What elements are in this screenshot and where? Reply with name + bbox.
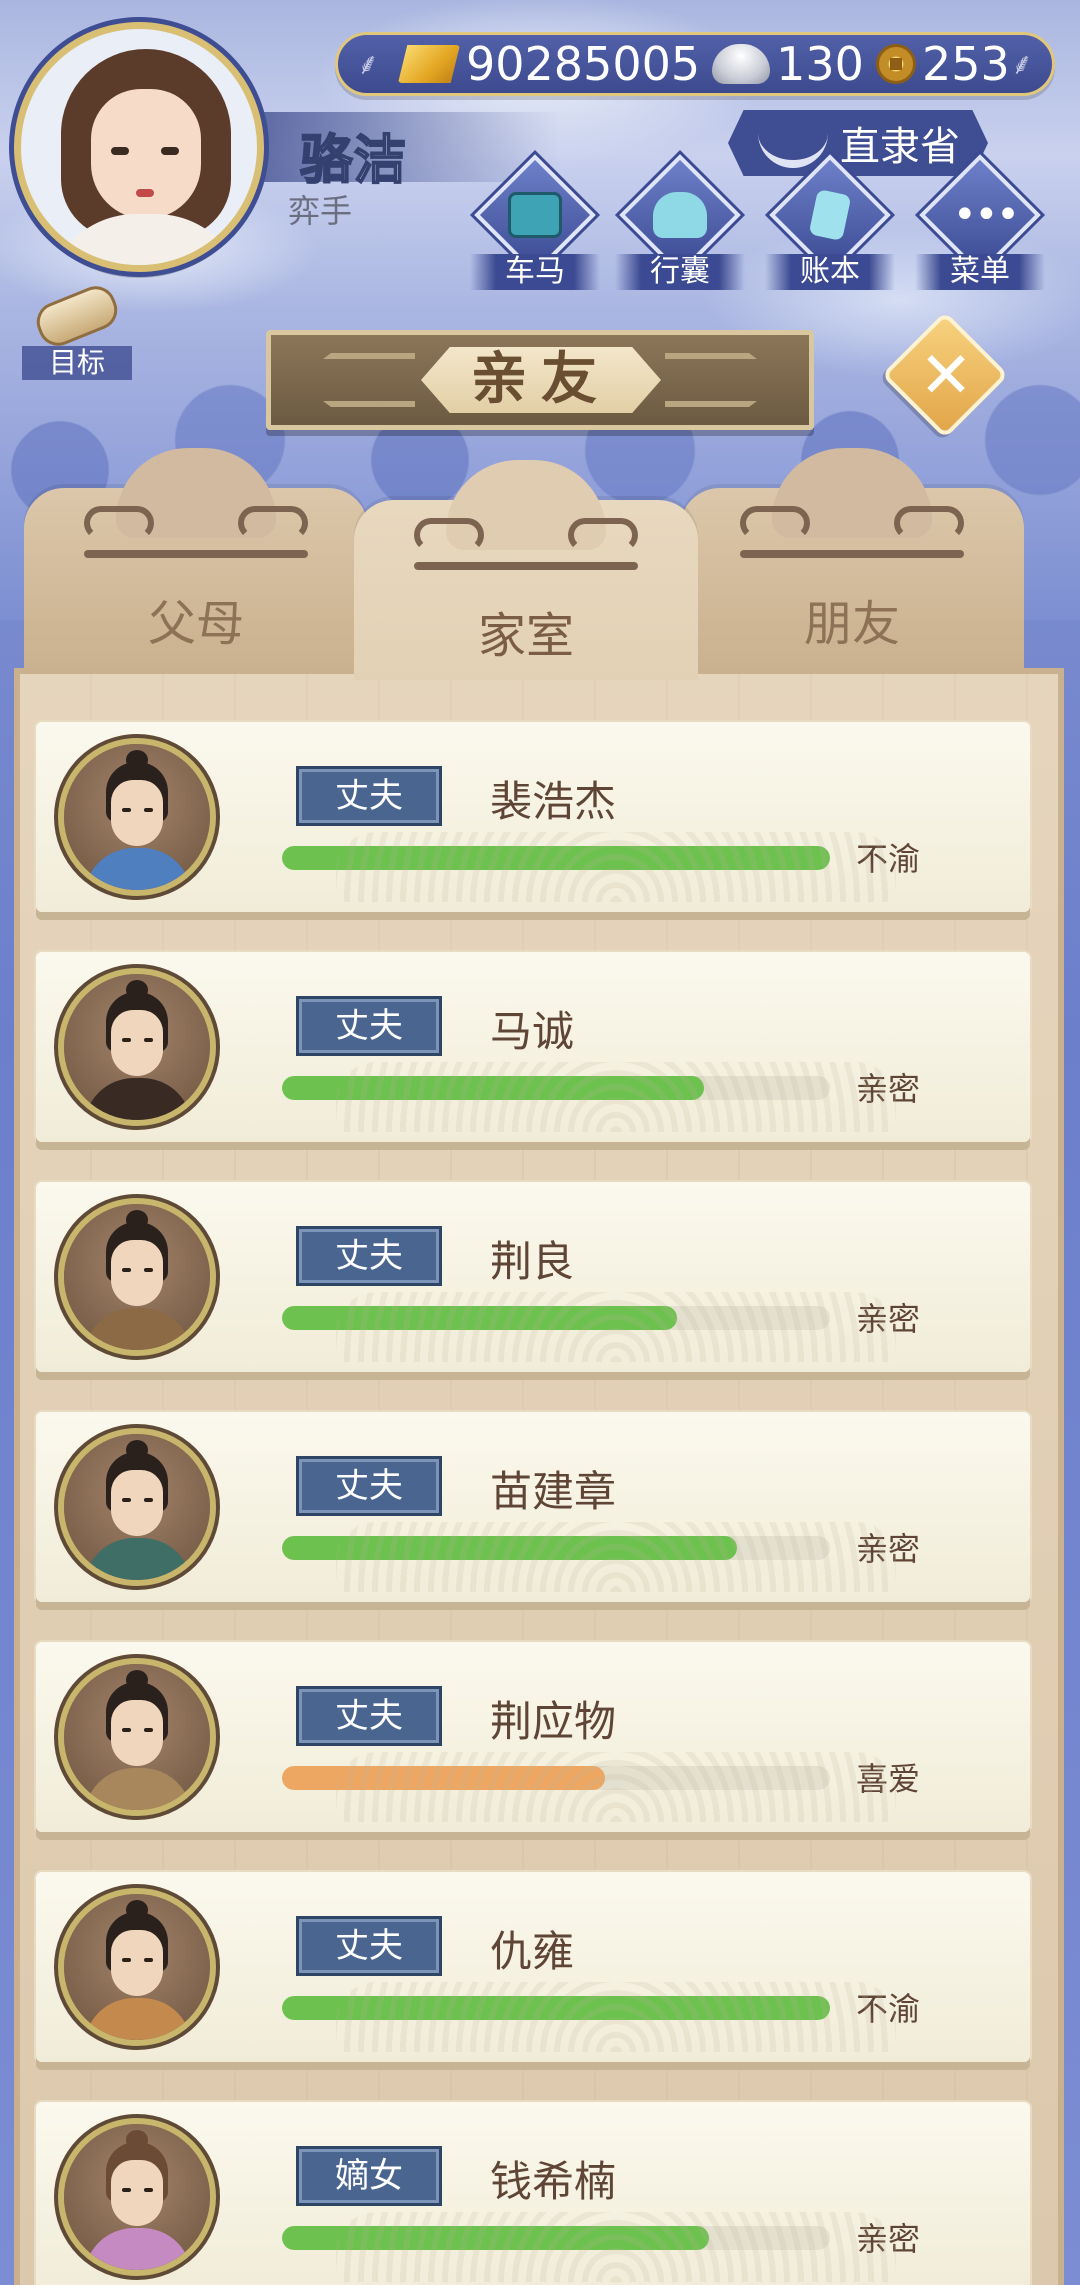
nav-menu-label: 菜单 [915,254,1045,290]
tab-family[interactable]: 家室 [354,460,698,680]
affection-bar-fill [282,1306,677,1330]
currency-gold[interactable]: 90285005 [398,37,700,91]
location-icon [758,118,828,168]
role-badge: 丈夫 [296,766,442,826]
nav-carriage-button[interactable]: 车马 [470,154,600,292]
affection-bar-fill [282,1766,606,1790]
copper-amount: 253 [921,37,1010,91]
goal-button[interactable]: 目标 [14,280,134,380]
page-title: 亲友 [421,347,661,413]
mood-label: 不渝 [856,1990,921,2028]
relation-row[interactable]: 丈夫 荆应物 喜爱 [36,1642,1030,1832]
relation-row[interactable]: 丈夫 裴浩杰 不渝 [36,722,1030,912]
relation-avatar[interactable] [58,2118,216,2276]
location-label: 直隶省 [840,124,960,170]
relation-avatar[interactable] [58,1658,216,1816]
silver-amount: 130 [776,37,864,91]
relation-avatar[interactable] [58,1198,216,1356]
affection-bar [282,2226,830,2250]
goal-label: 目标 [22,346,132,380]
gold-bar-icon [398,45,460,83]
person-name: 马诚 [490,1007,575,1056]
player-title: 弈手 [288,192,353,230]
cloud-swirl-icon [84,506,154,540]
relation-avatar[interactable] [58,968,216,1126]
relation-row[interactable]: 丈夫 仇雍 不渝 [36,1872,1030,2062]
affection-bar [282,1076,830,1100]
person-name: 苗建章 [490,1467,617,1516]
person-name: 荆应物 [490,1697,617,1746]
affection-bar-fill [282,1536,737,1560]
tab-friends[interactable]: 朋友 [680,448,1024,678]
affection-bar-fill [282,1076,704,1100]
affection-bar [282,1766,830,1790]
person-name: 裴浩杰 [490,777,617,826]
bundle-icon [653,192,707,238]
relation-row[interactable]: 丈夫 荆良 亲密 [36,1182,1030,1372]
menu-dots-icon: ••• [953,192,1020,238]
person-name: 仇雍 [490,1927,575,1976]
cloud-swirl-icon [414,518,484,552]
person-name: 荆良 [490,1237,575,1286]
role-badge: 丈夫 [296,1686,442,1746]
person-name: 钱希楠 [490,2157,617,2206]
silver-ingot-icon [712,44,771,84]
mood-label: 亲密 [856,2220,921,2258]
bamboo-right-icon: ⸙ [1010,47,1034,82]
mood-label: 亲密 [856,1530,921,1568]
mood-label: 亲密 [856,1300,921,1338]
affection-bar-fill [282,846,830,870]
role-badge: 丈夫 [296,1226,442,1286]
nav-bundle-button[interactable]: 行囊 [615,154,745,292]
affection-bar [282,846,830,870]
currency-bar: ⸙ 90285005 130 253 ⸙ [335,32,1055,96]
tab-family-label: 家室 [477,608,574,664]
mood-label: 喜爱 [856,1760,921,1798]
nav-menu-button[interactable]: ••• 菜单 [915,154,1045,292]
scroll-icon [30,280,124,352]
gold-amount: 90285005 [466,37,701,91]
affection-bar [282,1996,830,2020]
role-badge: 丈夫 [296,996,442,1056]
location-button[interactable]: 直隶省 [728,110,988,176]
nav-carriage-label: 车马 [470,254,600,290]
tab-friends-label: 朋友 [803,596,900,652]
relation-avatar[interactable] [58,1888,216,2046]
nav-ledger-label: 账本 [765,254,895,290]
affection-bar-fill [282,1996,830,2020]
bamboo-left-icon: ⸙ [356,47,380,82]
tab-parents[interactable]: 父母 [24,448,368,678]
relation-avatar[interactable] [58,1428,216,1586]
cloud-swirl-icon [740,506,810,540]
relation-row[interactable]: 丈夫 苗建章 亲密 [36,1412,1030,1602]
mood-label: 不渝 [856,840,921,878]
affection-bar [282,1536,830,1560]
relation-row[interactable]: 丈夫 马诚 亲密 [36,952,1030,1142]
player-name: 骆洁 [299,130,409,192]
mood-label: 亲密 [856,1070,921,1108]
currency-copper[interactable]: 253 [875,37,1010,91]
role-badge: 嫡女 [296,2146,442,2206]
tab-parents-label: 父母 [147,596,244,652]
role-badge: 丈夫 [296,1916,442,1976]
affection-bar-fill [282,2226,710,2250]
cloud-swirl-icon [238,506,308,540]
currency-silver[interactable]: 130 [712,37,864,91]
close-icon[interactable]: ✕ [906,336,986,416]
player-avatar[interactable] [14,22,264,272]
carriage-icon [508,192,562,238]
page-title-plate: 亲友 [266,330,814,430]
relation-row[interactable]: 嫡女 钱希楠 亲密 [36,2102,1030,2285]
nav-ledger-button[interactable]: 账本 [765,154,895,292]
cloud-swirl-icon [568,518,638,552]
cloud-swirl-icon [894,506,964,540]
affection-bar [282,1306,830,1330]
relation-avatar[interactable] [58,738,216,896]
nav-bundle-label: 行囊 [615,254,745,290]
role-badge: 丈夫 [296,1456,442,1516]
copper-coin-icon [875,44,916,84]
